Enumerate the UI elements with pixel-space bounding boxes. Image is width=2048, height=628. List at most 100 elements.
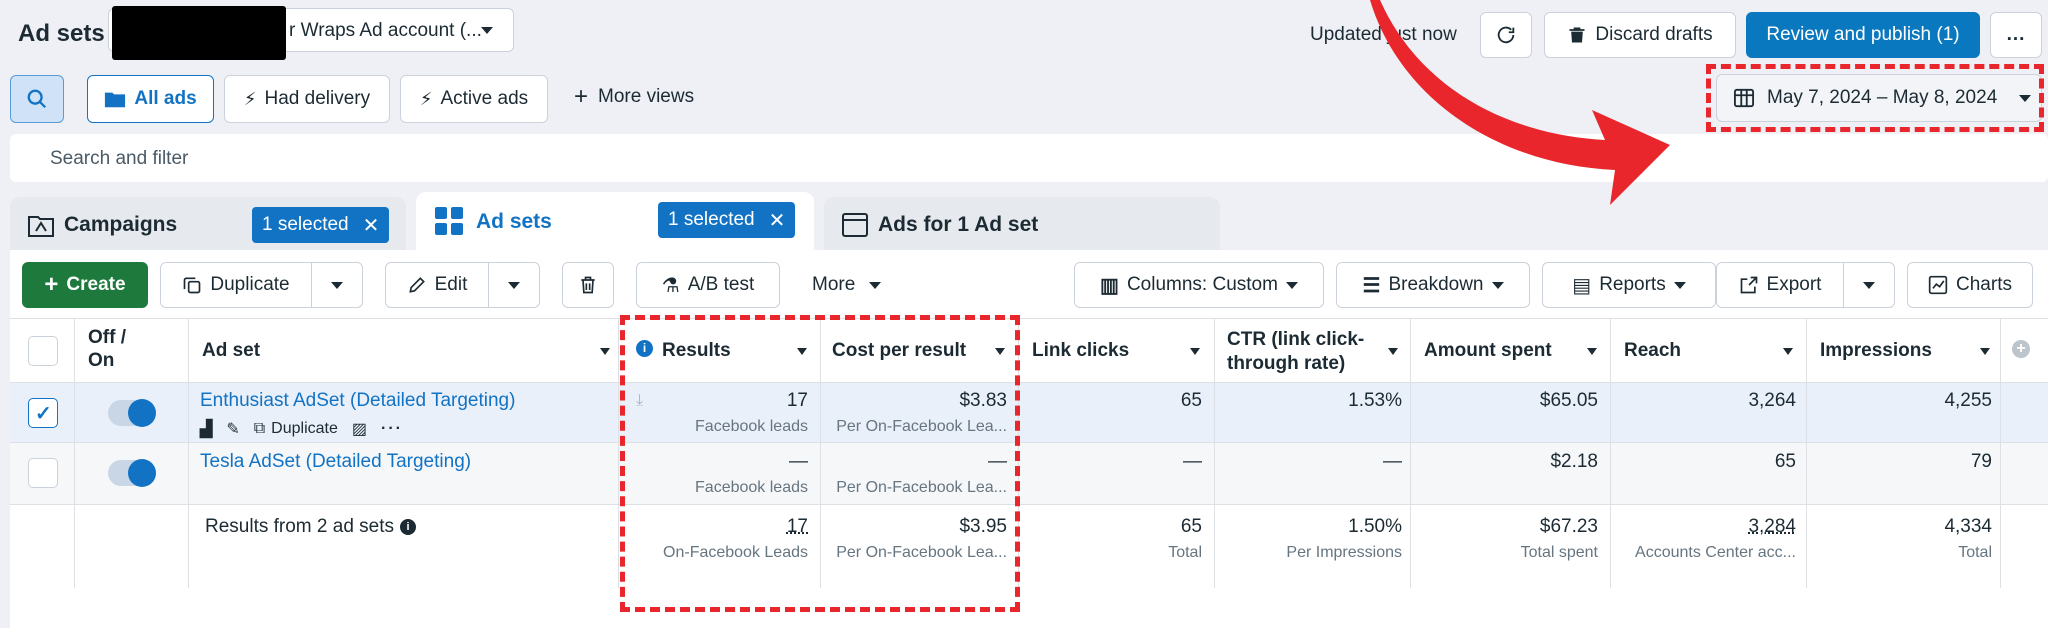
adset-name-link[interactable]: Enthusiast AdSet (Detailed Targeting) xyxy=(200,390,515,412)
chevron-down-icon[interactable] xyxy=(1980,348,1990,355)
edit-button[interactable]: Edit xyxy=(385,262,489,308)
row-checkbox[interactable] xyxy=(28,458,58,488)
row-impressions: 79 xyxy=(1970,451,1992,472)
chevron-down-icon xyxy=(508,281,520,289)
review-publish-button[interactable]: Review and publish (1) xyxy=(1746,12,1980,58)
column-divider xyxy=(74,318,75,588)
adsets-selected-badge[interactable]: 1 selected ✕ xyxy=(658,202,796,238)
column-divider xyxy=(188,318,189,588)
tab-adsets[interactable]: Ad sets 1 selected ✕ xyxy=(416,192,814,256)
chevron-down-icon xyxy=(869,281,882,289)
plus-icon: + xyxy=(44,271,59,298)
chevron-down-icon[interactable] xyxy=(1587,348,1597,355)
breakdown-button[interactable]: ☰ Breakdown xyxy=(1336,262,1530,308)
row-ctr: — xyxy=(1383,451,1402,472)
create-button[interactable]: + Create xyxy=(22,262,148,308)
row-divider xyxy=(10,442,2048,443)
breakdown-icon: ☰ xyxy=(1362,274,1381,297)
search-filter-bar[interactable]: Search and filter xyxy=(10,134,2048,182)
bolt-icon: ⚡︎ xyxy=(243,88,257,109)
adsets-grid-icon xyxy=(435,207,463,235)
more-views-button[interactable]: + More views xyxy=(574,85,694,109)
header-offon: Off / On xyxy=(88,327,126,371)
image-icon[interactable]: ▨ xyxy=(352,419,367,439)
chevron-down-icon xyxy=(481,27,493,34)
export-button[interactable]: Export xyxy=(1716,262,1844,308)
row-toggle[interactable] xyxy=(108,459,156,487)
column-divider xyxy=(1610,318,1611,588)
delete-button[interactable] xyxy=(562,262,614,308)
chevron-down-icon[interactable] xyxy=(1783,348,1793,355)
chart-bars-icon[interactable]: ▟ xyxy=(200,419,212,439)
chevron-down-icon xyxy=(1491,281,1504,289)
chevron-down-icon[interactable] xyxy=(1388,348,1398,355)
more-icon[interactable]: ··· xyxy=(381,420,403,438)
tab-ads[interactable]: Ads for 1 Ad set xyxy=(824,197,1220,253)
tab-campaigns[interactable]: Campaigns 1 selected ✕ xyxy=(10,197,406,253)
trash-icon xyxy=(581,276,595,294)
view-had-delivery[interactable]: ⚡︎ Had delivery xyxy=(224,75,390,123)
ad-icon xyxy=(842,213,868,237)
row-divider xyxy=(10,504,2048,505)
header-ctr[interactable]: CTR (link click- through rate) xyxy=(1227,328,1364,376)
duplicate-icon[interactable]: ⧉ xyxy=(254,420,265,438)
export-dropdown[interactable] xyxy=(1843,262,1895,308)
totals-impressions-sub: Total xyxy=(1958,544,1992,561)
edit-dropdown[interactable] xyxy=(488,262,540,308)
reports-button[interactable]: ▤ Reports xyxy=(1542,262,1716,308)
chevron-down-icon xyxy=(1285,281,1298,289)
totals-label: Results from 2 ad sets i xyxy=(205,516,417,538)
row-toggle[interactable] xyxy=(108,399,156,427)
totals-amount-sub: Total spent xyxy=(1520,544,1598,561)
more-actions-button[interactable]: More xyxy=(812,274,882,296)
search-toggle-button[interactable] xyxy=(10,75,64,123)
columns-icon: ▥ xyxy=(1100,274,1119,297)
bolt-icon: ⚡︎ xyxy=(419,88,433,109)
duplicate-dropdown[interactable] xyxy=(311,262,363,308)
totals-link-clicks: 65 xyxy=(1180,516,1202,537)
search-icon xyxy=(27,89,47,109)
chart-icon xyxy=(1928,275,1948,295)
close-icon[interactable]: ✕ xyxy=(769,208,786,233)
charts-button[interactable]: Charts xyxy=(1907,262,2033,308)
chevron-down-icon xyxy=(1863,281,1875,289)
row-amount: $65.05 xyxy=(1539,390,1598,411)
duplicate-icon xyxy=(184,277,201,294)
row-link-clicks: — xyxy=(1183,451,1202,472)
select-all-checkbox[interactable] xyxy=(28,336,58,366)
column-divider xyxy=(1806,318,1807,588)
header-reach[interactable]: Reach xyxy=(1624,340,1681,362)
duplicate-button[interactable]: Duplicate xyxy=(160,262,312,308)
adset-name-link[interactable]: Tesla AdSet (Detailed Targeting) xyxy=(200,451,471,473)
header-top-border xyxy=(10,318,2048,319)
duplicate-link[interactable]: Duplicate xyxy=(271,420,338,438)
ab-test-button[interactable]: ⚗ A/B test xyxy=(636,262,780,308)
header-adset[interactable]: Ad set xyxy=(202,340,260,362)
pencil-icon[interactable]: ✎ xyxy=(226,419,239,439)
info-icon[interactable]: i xyxy=(400,519,417,535)
search-placeholder: Search and filter xyxy=(50,148,189,169)
totals-amount: $67.23 xyxy=(1539,516,1598,537)
row-reach: 65 xyxy=(1774,451,1796,472)
column-divider xyxy=(1410,318,1411,588)
flask-icon: ⚗ xyxy=(661,274,680,297)
page-title: Ad sets xyxy=(18,20,105,47)
totals-link-clicks-sub: Total xyxy=(1168,544,1202,561)
header-amount-spent[interactable]: Amount spent xyxy=(1424,340,1552,362)
chevron-down-icon[interactable] xyxy=(1190,348,1200,355)
close-icon[interactable]: ✕ xyxy=(363,213,380,238)
row-ctr: 1.53% xyxy=(1348,390,1402,411)
view-active-ads[interactable]: ⚡︎ Active ads xyxy=(400,75,548,123)
column-divider xyxy=(2000,318,2001,588)
more-options-button[interactable]: ... xyxy=(1990,12,2042,58)
campaigns-selected-badge[interactable]: 1 selected ✕ xyxy=(252,207,390,243)
add-column-icon[interactable]: + xyxy=(2012,340,2030,358)
row-divider xyxy=(10,382,2048,383)
chevron-down-icon xyxy=(1673,281,1686,289)
row-checkbox[interactable]: ✓ xyxy=(28,398,58,428)
header-impressions[interactable]: Impressions xyxy=(1820,340,1932,362)
columns-button[interactable]: ▥ Columns: Custom xyxy=(1074,262,1324,308)
view-all-ads[interactable]: All ads xyxy=(87,75,214,123)
chevron-down-icon[interactable] xyxy=(600,348,610,355)
header-link-clicks[interactable]: Link clicks xyxy=(1032,340,1129,362)
